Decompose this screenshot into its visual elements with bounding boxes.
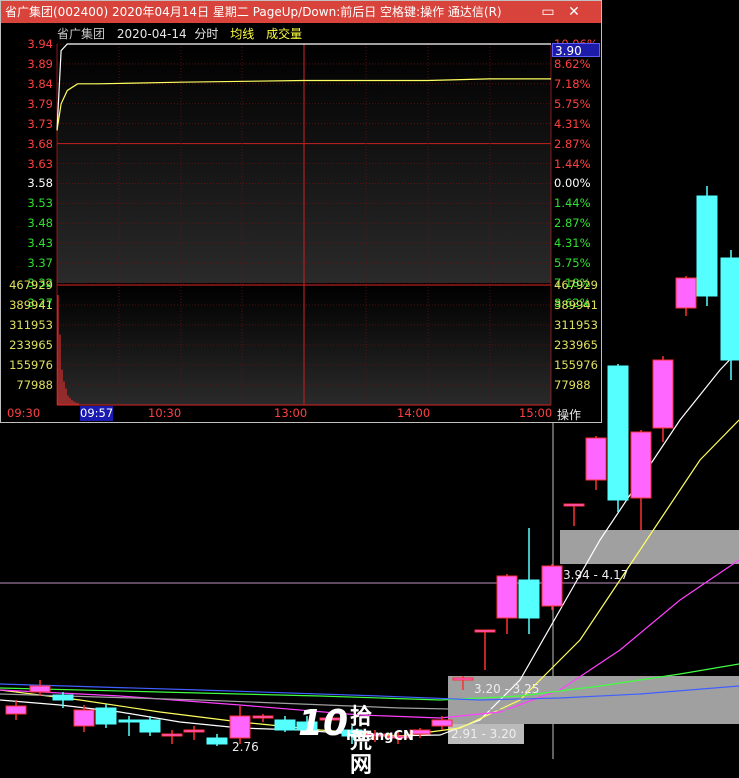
- time-tick-label: 10:30: [148, 406, 182, 420]
- candle-body: [474, 629, 496, 633]
- volume-tick-label: 77988: [16, 378, 53, 392]
- price-tick-label: 3.79: [27, 96, 53, 111]
- candle-body: [206, 737, 228, 745]
- candle-body: [118, 719, 140, 723]
- candle-body: [652, 359, 674, 429]
- percent-tick-label: 7.18%: [554, 76, 591, 91]
- watermark-text-en: HuangCN: [346, 729, 414, 744]
- range-label: 3.20 - 3.25: [474, 682, 540, 696]
- volume-tick-label: 233965: [554, 338, 598, 352]
- price-tick-label: 3.63: [27, 156, 53, 171]
- volume-tick-label: 233965: [9, 338, 53, 352]
- candle-body: [274, 719, 296, 731]
- price-tick-label: 3.68: [27, 136, 53, 151]
- candle-body: [229, 715, 251, 739]
- candle-body: [5, 705, 27, 715]
- price-tick-label: 3.73: [27, 116, 53, 131]
- price-tick-label: 3.43: [27, 236, 53, 251]
- percent-tick-label: 2.87%: [554, 216, 591, 231]
- volume-tick-label: 467929: [554, 278, 598, 292]
- candle-body: [452, 677, 474, 681]
- candle-body: [720, 257, 739, 361]
- candle-body: [52, 694, 74, 701]
- intraday-chart: [56, 43, 552, 406]
- candle-body: [630, 431, 652, 499]
- percent-tick-label: 0.00%: [554, 176, 591, 191]
- time-tick-label: 15:00: [519, 406, 553, 420]
- candle-body: [95, 707, 117, 725]
- candle-body: [563, 503, 585, 507]
- time-tick-label: 14:00: [397, 406, 431, 420]
- price-tick-label: 3.94: [27, 37, 53, 51]
- percent-tick-label: 1.44%: [554, 196, 591, 211]
- candle-body: [607, 365, 629, 501]
- percent-tick-label: 1.44%: [554, 156, 591, 171]
- price-tick-label: 3.84: [27, 76, 53, 91]
- low-label: 2.76: [232, 740, 259, 754]
- percent-tick-label: 4.31%: [554, 116, 591, 131]
- percent-tick-label: 5.75%: [554, 256, 591, 271]
- volume-tick-label: 311953: [554, 318, 598, 332]
- candle-body: [496, 575, 518, 619]
- price-tick-label: 3.37: [27, 256, 53, 271]
- operation-button[interactable]: 操作: [557, 406, 581, 423]
- volume-tick-label: 77988: [554, 378, 591, 392]
- volume-tick-label: 389941: [554, 298, 598, 312]
- intraday-window: 省广集团(002400) 2020年04月14日 星期二 PageUp/Down…: [0, 0, 602, 423]
- price-tick-label: 3.89: [27, 56, 53, 71]
- percent-tick-label: 8.62%: [554, 56, 591, 71]
- candle-body: [675, 277, 697, 309]
- time-tick-label: 13:00: [274, 406, 308, 420]
- candle-body: [518, 579, 540, 619]
- candle-body: [431, 719, 453, 727]
- candle-body: [541, 565, 563, 607]
- current-price-box: 3.90: [552, 43, 600, 58]
- price-tick-label: 3.58: [27, 176, 53, 191]
- candle-body: [585, 437, 607, 481]
- candle-body: [161, 733, 183, 737]
- volume-tick-label: 155976: [554, 358, 598, 372]
- candle-body: [696, 195, 718, 297]
- volume-tick-label: 467929: [9, 278, 53, 292]
- time-cursor-label: 09:57: [80, 406, 114, 421]
- volume-tick-label: 389941: [9, 298, 53, 312]
- range-label: 3.94 - 4.17: [563, 568, 629, 582]
- time-tick-label: 09:30: [7, 406, 41, 420]
- watermark-number: 10: [298, 703, 349, 744]
- candle-body: [183, 729, 205, 733]
- percent-tick-label: 2.87%: [554, 136, 591, 151]
- volume-tick-label: 311953: [9, 318, 53, 332]
- candle-body: [139, 719, 161, 733]
- candle-body: [29, 685, 51, 693]
- range-label: 2.91 - 3.20: [451, 727, 517, 741]
- percent-tick-label: 5.75%: [554, 96, 591, 111]
- price-tick-label: 3.48: [27, 216, 53, 231]
- candle-body: [73, 709, 95, 727]
- percent-tick-label: 4.31%: [554, 236, 591, 251]
- volume-tick-label: 155976: [9, 358, 53, 372]
- price-tick-label: 3.53: [27, 196, 53, 211]
- candle-body: [252, 715, 274, 719]
